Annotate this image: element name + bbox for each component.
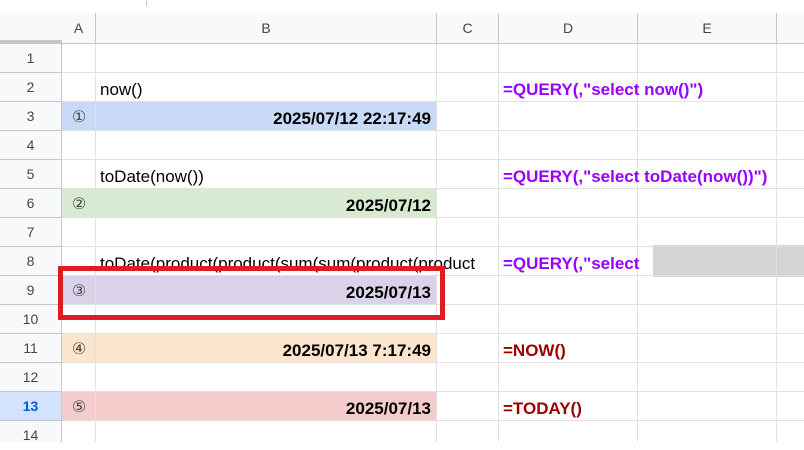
cell-d13[interactable]: =TODAY() (499, 392, 638, 421)
cell-d11[interactable]: =NOW() (499, 334, 638, 363)
row-header-5[interactable]: 5 (0, 160, 62, 189)
cell-a13[interactable]: ⑤ (62, 392, 96, 421)
column-header-d[interactable]: D (499, 13, 638, 44)
highlight-box (58, 266, 445, 320)
column-header-f[interactable] (777, 13, 804, 44)
row-header-10[interactable]: 10 (0, 305, 62, 334)
cell-a3[interactable]: ① (62, 102, 96, 131)
column-header-b[interactable]: B (96, 13, 437, 44)
row-header-3[interactable]: 3 (0, 102, 62, 131)
gray-overlay-block (653, 245, 804, 277)
column-header-a[interactable]: A (62, 13, 96, 44)
cell-b3[interactable]: 2025/07/12 22:17:49 (96, 102, 437, 131)
cell-b13[interactable]: 2025/07/13 (96, 392, 437, 421)
column-header-e[interactable]: E (638, 13, 777, 44)
row-header-13-selected[interactable]: 13 (0, 392, 62, 421)
column-header-c[interactable]: C (437, 13, 499, 44)
row-header-4[interactable]: 4 (0, 131, 62, 160)
row-header-11[interactable]: 11 (0, 334, 62, 363)
select-all-corner[interactable] (0, 13, 63, 45)
cell-b6[interactable]: 2025/07/12 (96, 189, 437, 218)
row-header-1[interactable]: 1 (0, 44, 62, 73)
cell-b5[interactable]: toDate(now()) (95, 160, 435, 189)
cell-b2[interactable]: now() (95, 73, 435, 102)
row-header-2[interactable]: 2 (0, 73, 62, 102)
cell-d8[interactable]: =QUERY(,"select (499, 247, 653, 276)
row-header-12[interactable]: 12 (0, 363, 62, 392)
grid-line (776, 44, 777, 442)
top-toolbar-edge (0, 0, 804, 14)
grid-line (498, 44, 499, 442)
cell-d2[interactable]: =QUERY(,"select now()") (499, 73, 804, 102)
grid-line (637, 44, 638, 442)
cell-d5[interactable]: =QUERY(,"select toDate(now())") (499, 160, 804, 189)
row-header-6[interactable]: 6 (0, 189, 62, 218)
row-header-8[interactable]: 8 (0, 247, 62, 276)
row-header-7[interactable]: 7 (0, 218, 62, 247)
toolbar-divider (146, 0, 147, 6)
cell-b11[interactable]: 2025/07/13 7:17:49 (96, 334, 437, 363)
cell-a6[interactable]: ② (62, 189, 96, 218)
row-header-9[interactable]: 9 (0, 276, 62, 305)
cell-a11[interactable]: ④ (62, 334, 96, 363)
row-header-14[interactable]: 14 (0, 421, 62, 443)
